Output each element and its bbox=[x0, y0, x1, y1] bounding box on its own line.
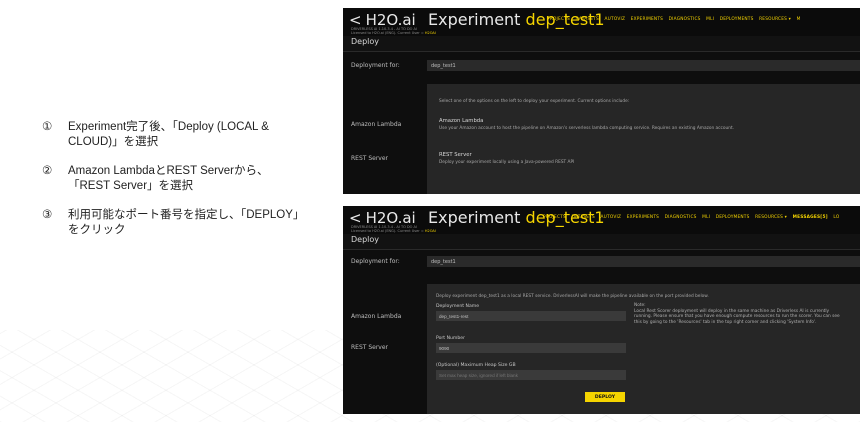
rest-desc: Deploy your experiment locally using a J… bbox=[439, 160, 575, 165]
deployment-for-value: dep_test1 bbox=[427, 256, 860, 267]
section-title: Deploy bbox=[351, 235, 380, 244]
deploy-button[interactable]: DEPLOY bbox=[585, 392, 625, 402]
nav-mli[interactable]: MLI bbox=[706, 17, 714, 22]
nav-diagnostics[interactable]: DIAGNOSTICS bbox=[665, 215, 697, 220]
deployment-name-label: Deployment Name bbox=[436, 304, 480, 309]
nav-mli[interactable]: MLI bbox=[702, 215, 710, 220]
step-text: Amazon LambdaとREST Serverから、「REST Server… bbox=[68, 165, 269, 192]
nav-autoviz[interactable]: AUTOVIZ bbox=[601, 215, 622, 220]
nav-truncated[interactable]: M bbox=[797, 17, 801, 22]
step-text: Experiment完了後、「Deploy (LOCAL & CLOUD)」を選… bbox=[68, 121, 269, 148]
rest-title: REST Server bbox=[439, 152, 472, 158]
option-rest-server[interactable]: REST Server bbox=[351, 344, 388, 351]
nav-resources[interactable]: RESOURCES ▾ bbox=[755, 215, 787, 220]
note-text: Local Rest Scorer deployment will deploy… bbox=[634, 308, 840, 325]
app-header: < H2O.ai Experiment dep_test1 DRIVERLESS … bbox=[343, 8, 860, 36]
step-2: ② Amazon LambdaとREST Serverから、「REST Serv… bbox=[42, 164, 302, 194]
note-block: Note: Local Rest Scorer deployment will … bbox=[634, 303, 844, 325]
nav-datasets[interactable]: DATASETS bbox=[575, 17, 598, 22]
option-rest-server[interactable]: REST Server bbox=[351, 155, 388, 162]
step-number: ③ bbox=[42, 209, 53, 221]
nav-messages[interactable]: MESSAGES[5] bbox=[793, 215, 828, 220]
instruction-steps: ① Experiment完了後、「Deploy (LOCAL & CLOUD)」… bbox=[42, 120, 302, 252]
nav-deployments[interactable]: DEPLOYMENTS bbox=[720, 17, 754, 22]
license-text: Licensed to H2O.ai (ENG). Current User = bbox=[351, 229, 424, 233]
nav-experiments[interactable]: EXPERIMENTS bbox=[627, 215, 659, 220]
section-header: Deploy bbox=[343, 234, 860, 250]
deployment-for-label: Deployment for: bbox=[351, 62, 400, 69]
step-number: ② bbox=[42, 165, 53, 177]
heap-size-label: (Optional) Maximum Heap Size GB bbox=[436, 363, 516, 368]
nav-truncated[interactable]: LO bbox=[833, 215, 839, 220]
experiment-label: Experiment bbox=[428, 208, 521, 227]
amazon-title: Amazon Lambda bbox=[439, 118, 484, 124]
nav-projects[interactable]: PROJECTS bbox=[547, 17, 570, 22]
app-header: < H2O.ai Experiment dep_test1 DRIVERLESS … bbox=[343, 206, 860, 234]
option-amazon-lambda[interactable]: Amazon Lambda bbox=[351, 313, 401, 320]
current-user[interactable]: H2OAI bbox=[425, 229, 436, 233]
top-nav: PROJECTS DATASETS AUTOVIZ EXPERIMENTS DI… bbox=[543, 215, 843, 220]
heap-size-input[interactable] bbox=[436, 370, 626, 380]
current-user[interactable]: H2OAI bbox=[425, 31, 436, 35]
nav-experiments[interactable]: EXPERIMENTS bbox=[631, 17, 663, 22]
nav-autoviz[interactable]: AUTOVIZ bbox=[605, 17, 626, 22]
version-info: DRIVERLESS AI 1.10.3.4 - AI TO DO AI Lic… bbox=[351, 225, 436, 233]
deploy-selection-screenshot: < H2O.ai Experiment dep_test1 DRIVERLESS … bbox=[343, 8, 860, 194]
rest-intro: Deploy experiment dep_test1 as a local R… bbox=[436, 294, 709, 299]
port-number-input[interactable] bbox=[436, 343, 626, 353]
option-amazon-lambda[interactable]: Amazon Lambda bbox=[351, 121, 401, 128]
section-header: Deploy bbox=[343, 36, 860, 52]
amazon-desc: Use your Amazon account to host the pipe… bbox=[439, 126, 735, 131]
version-info: DRIVERLESS AI 1.10.3.4 - AI TO DO AI Lic… bbox=[351, 27, 436, 35]
experiment-label: Experiment bbox=[428, 10, 521, 29]
step-3: ③ 利用可能なポート番号を指定し、「DEPLOY」をクリック bbox=[42, 208, 302, 238]
step-text: 利用可能なポート番号を指定し、「DEPLOY」をクリック bbox=[68, 209, 299, 236]
select-prompt: Select one of the options on the left to… bbox=[439, 99, 630, 104]
step-number: ① bbox=[42, 121, 53, 133]
deployment-for-label: Deployment for: bbox=[351, 258, 400, 265]
deployment-name-input[interactable] bbox=[436, 311, 626, 321]
port-number-label: Port Number bbox=[436, 336, 466, 341]
nav-deployments[interactable]: DEPLOYMENTS bbox=[716, 215, 750, 220]
top-nav: PROJECTS DATASETS AUTOVIZ EXPERIMENTS DI… bbox=[547, 17, 805, 22]
step-1: ① Experiment完了後、「Deploy (LOCAL & CLOUD)」… bbox=[42, 120, 302, 150]
nav-resources[interactable]: RESOURCES ▾ bbox=[759, 17, 791, 22]
nav-datasets[interactable]: DATASETS bbox=[571, 215, 594, 220]
license-text: Licensed to H2O.ai (ENG). Current User = bbox=[351, 31, 424, 35]
section-title: Deploy bbox=[351, 37, 380, 46]
rest-server-form-screenshot: < H2O.ai Experiment dep_test1 DRIVERLESS … bbox=[343, 206, 860, 414]
nav-projects[interactable]: PROJECTS bbox=[543, 215, 566, 220]
nav-diagnostics[interactable]: DIAGNOSTICS bbox=[669, 17, 701, 22]
deployment-for-value: dep_test1 bbox=[427, 60, 860, 71]
